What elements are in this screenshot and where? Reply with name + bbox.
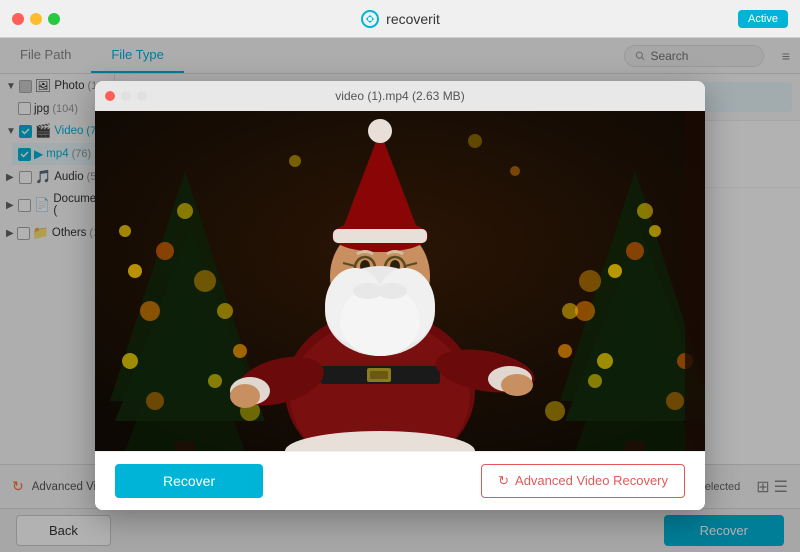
adv-video-icon: ↻ — [498, 473, 509, 489]
modal-title: video (1).mp4 (2.63 MB) — [335, 89, 464, 103]
modal-close-button[interactable] — [105, 91, 115, 101]
modal-adv-video-button[interactable]: ↻ Advanced Video Recovery — [481, 464, 685, 498]
preview-modal: video (1).mp4 (2.63 MB) — [95, 81, 705, 510]
modal-titlebar: video (1).mp4 (2.63 MB) — [95, 81, 705, 111]
modal-max-button[interactable] — [137, 91, 147, 101]
minimize-button[interactable] — [30, 13, 42, 25]
modal-video-preview — [95, 111, 705, 451]
close-button[interactable] — [12, 13, 24, 25]
modal-recover-button[interactable]: Recover — [115, 464, 263, 498]
logo-icon — [360, 9, 380, 29]
app-name: recoverit — [386, 11, 440, 27]
active-badge: Active — [738, 10, 788, 28]
app-logo: recoverit — [360, 9, 440, 29]
modal-overlay: video (1).mp4 (2.63 MB) — [0, 38, 800, 552]
window-controls — [12, 13, 60, 25]
video-frame — [95, 111, 705, 451]
title-bar: recoverit Active — [0, 0, 800, 38]
maximize-button[interactable] — [48, 13, 60, 25]
modal-min-button[interactable] — [121, 91, 131, 101]
modal-actions: Recover ↻ Advanced Video Recovery — [95, 451, 705, 510]
